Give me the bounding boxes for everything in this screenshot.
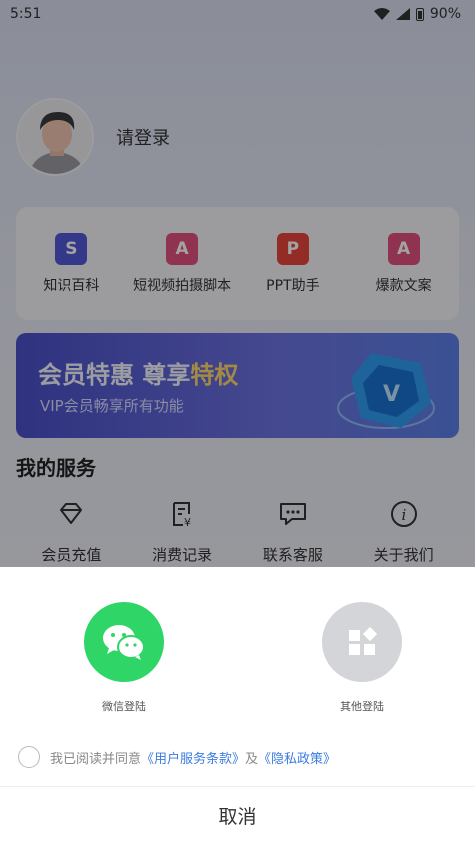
wechat-login-button[interactable]	[84, 602, 164, 682]
cancel-button[interactable]: 取消	[0, 787, 475, 844]
privacy-link[interactable]: 《隐私政策》	[258, 752, 336, 767]
other-login-label: 其他登陆	[340, 700, 384, 713]
login-sheet: 微信登陆 其他登陆 我已阅读并同意《用户服务条款》及《隐私政策》 取消	[0, 567, 475, 844]
wechat-login-option[interactable]: 微信登陆	[64, 602, 184, 714]
other-login-button[interactable]	[322, 602, 402, 682]
apps-grid-icon	[349, 627, 377, 655]
wechat-icon	[103, 625, 145, 660]
agreement-row: 我已阅读并同意《用户服务条款》及《隐私政策》	[18, 746, 336, 768]
wechat-login-label: 微信登陆	[102, 700, 146, 713]
agreement-checkbox[interactable]	[18, 746, 40, 768]
agreement-text: 我已阅读并同意《用户服务条款》及《隐私政策》	[50, 751, 337, 767]
terms-link[interactable]: 《用户服务条款》	[141, 752, 245, 767]
other-login-option[interactable]: 其他登陆	[302, 602, 422, 714]
